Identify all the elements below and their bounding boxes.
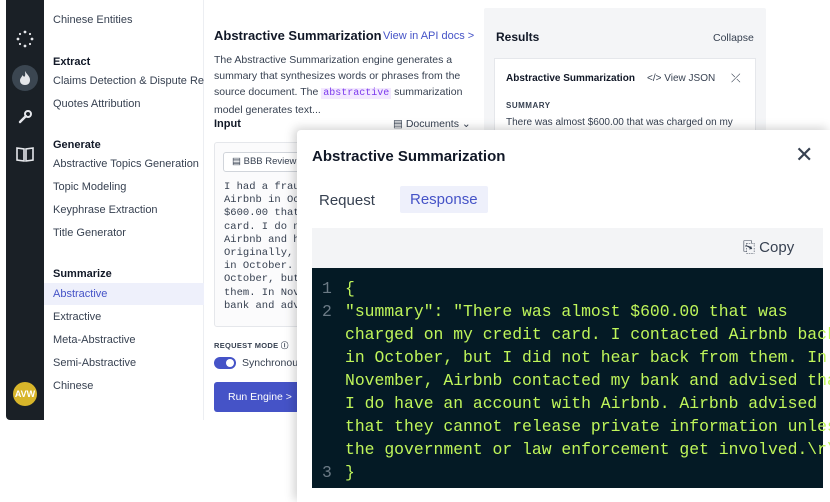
sidebar-item-abstractive-topics[interactable]: Abstractive Topics Generation (53, 158, 199, 170)
sidebar-item-meta-abstractive[interactable]: Meta-Abstractive (53, 334, 136, 346)
results-panel: Results Collapse Abstractive Summarizati… (484, 8, 766, 138)
code-text: } (345, 463, 355, 482)
page-title: Abstractive Summarization (214, 28, 382, 43)
modal-title: Abstractive Summarization (312, 148, 506, 165)
request-mode-label: REQUEST MODE ⓘ (214, 340, 289, 351)
sidebar-item-abstractive[interactable]: Abstractive (53, 288, 107, 300)
summary-label: SUMMARY (506, 101, 551, 110)
documents-label: Documents (405, 118, 459, 130)
api-docs-link[interactable]: View in API docs > (383, 30, 474, 42)
sidebar: Chinese Entities Extract Claims Detectio… (44, 0, 213, 420)
sidebar-item-extractive[interactable]: Extractive (53, 311, 101, 323)
view-json-label: View JSON (664, 73, 716, 84)
view-json-button[interactable]: </> View JSON (647, 73, 715, 84)
sidebar-heading-summarize: Summarize (53, 268, 112, 280)
document-icon: ▤ (393, 118, 403, 130)
expand-icon[interactable]: ⤫ (731, 71, 741, 86)
sparkle-icon[interactable] (14, 28, 36, 50)
wrench-icon[interactable] (14, 106, 36, 128)
input-label: Input (214, 118, 241, 130)
sidebar-item-topic-modeling[interactable]: Topic Modeling (53, 181, 126, 193)
code-block: 1 { 2 "summary": "There was almost $600.00… (312, 268, 830, 488)
synchronous-toggle[interactable] (214, 357, 236, 369)
app-root: AVW Chinese Entities Extract Claims Dete… (0, 0, 830, 502)
sidebar-item-keyphrase-extraction[interactable]: Keyphrase Extraction (53, 204, 158, 216)
line-number: 2 (322, 302, 332, 321)
code-text: charged on my credit card. I contacted A… (345, 325, 830, 344)
code-text: I do have an account with Airbnb. Airbnb… (345, 394, 818, 413)
synchronous-label: Synchronous (242, 357, 304, 369)
summary-text: There was almost $600.00 that was charge… (506, 117, 733, 128)
tab-response[interactable]: Response (400, 186, 488, 213)
sidebar-item-claims-detection[interactable]: Claims Detection & Dispute Re... (53, 75, 213, 87)
copy-bar: ⎘ Copy (312, 228, 823, 268)
code-icon: </> (647, 73, 665, 84)
code-text: November, Airbnb contacted my bank and a… (345, 371, 830, 390)
model-name-code: abstractive (321, 88, 392, 99)
line-number: 3 (322, 463, 332, 482)
json-modal: Abstractive Summarization ✕ Request Resp… (297, 130, 830, 502)
info-icon: ⓘ (280, 341, 289, 350)
clipboard-icon: ⎘ (743, 239, 760, 256)
sidebar-item-chinese-entities[interactable]: Chinese Entities (53, 14, 133, 26)
code-text: { (345, 279, 355, 298)
copy-label: Copy (759, 239, 795, 256)
sidebar-heading-extract: Extract (53, 56, 91, 68)
book-icon[interactable] (14, 143, 36, 165)
code-text: that they cannot release private informa… (345, 417, 830, 436)
line-number: 1 (322, 279, 332, 298)
code-text: "summary": "There was almost $600.00 tha… (345, 302, 788, 321)
document-icon: ▤ (232, 156, 244, 167)
results-title: Results (496, 30, 540, 44)
sidebar-heading-generate: Generate (53, 139, 101, 151)
document-tag[interactable]: ▤ BBB Review (223, 152, 306, 172)
sidebar-item-quotes-attribution[interactable]: Quotes Attribution (53, 98, 140, 110)
avatar[interactable]: AVW (13, 382, 37, 406)
close-icon[interactable]: ✕ (795, 144, 813, 166)
documents-dropdown[interactable]: ▤ Documents ⌄ (393, 118, 471, 130)
chevron-down-icon: ⌄ (461, 118, 471, 130)
copy-button[interactable]: ⎘ Copy (743, 239, 794, 256)
sidebar-item-chinese[interactable]: Chinese (53, 380, 93, 392)
run-engine-button[interactable]: Run Engine > (214, 382, 304, 412)
engine-description: The Abstractive Summarization engine gen… (214, 52, 479, 118)
code-text: the government or law enforcement get in… (345, 440, 830, 459)
sidebar-item-title-generator[interactable]: Title Generator (53, 227, 126, 239)
result-card-title: Abstractive Summarization (506, 73, 635, 84)
sidebar-item-semi-abstractive[interactable]: Semi-Abstractive (53, 357, 136, 369)
result-card: Abstractive Summarization </> View JSON … (494, 58, 756, 138)
document-tag-label: BBB Review (243, 156, 297, 167)
left-rail: AVW (6, 0, 44, 420)
collapse-button[interactable]: Collapse (713, 32, 754, 44)
request-mode-text: REQUEST MODE (214, 341, 279, 350)
code-text: in October, but I did not hear back from… (345, 348, 827, 367)
fire-icon[interactable] (12, 65, 38, 91)
tab-request[interactable]: Request (319, 192, 375, 209)
